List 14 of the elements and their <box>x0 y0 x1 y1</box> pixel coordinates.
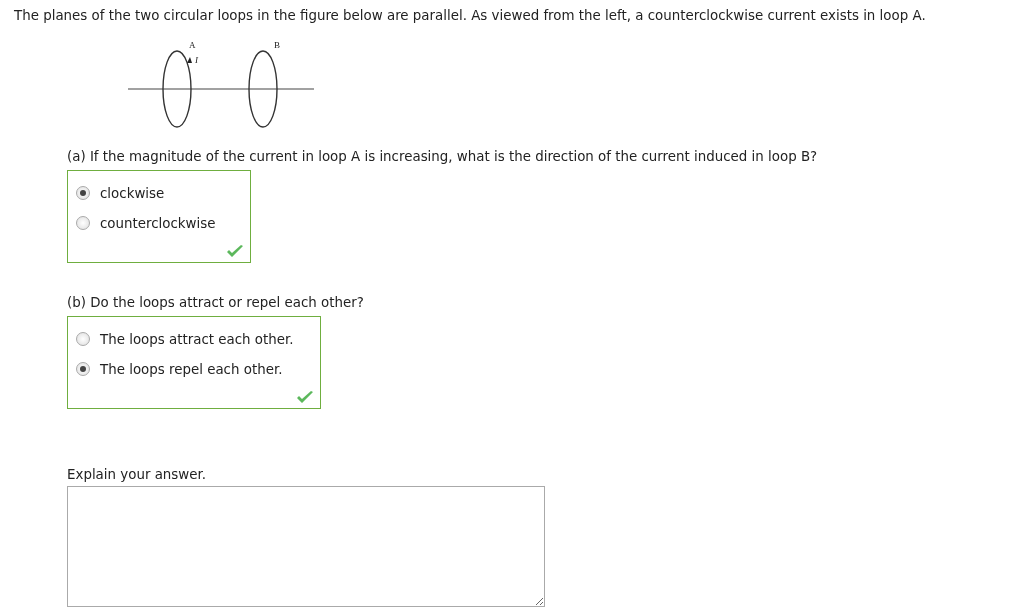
question-prompt: (b) Do the loops attract or repel each other? <box>67 295 365 311</box>
radio-button[interactable] <box>76 186 90 200</box>
question-prompt: (a) If the magnitude of the current in loop A is increasing, what is the direction of the current induced in loop B? <box>67 149 819 165</box>
answer-box[interactable] <box>67 486 545 607</box>
radio-button[interactable] <box>76 216 90 230</box>
answer-option[interactable]: The loops repel each other. <box>76 354 294 384</box>
loops-figure-drawing: A B I <box>128 39 314 131</box>
answer-option[interactable]: clockwise <box>76 178 224 208</box>
answer-option[interactable]: counterclockwise <box>76 208 224 238</box>
question-text: The planes of the two circular loops in the figure below are parallel. As viewed from the left, a counterclockwise current exists in loop A. <box>14 7 927 25</box>
radio-button[interactable] <box>76 332 90 346</box>
radio-button[interactable] <box>76 362 90 376</box>
explain-label: Explain your answer. <box>67 467 208 482</box>
answer-option[interactable]: The loops attract each other. <box>76 324 294 354</box>
